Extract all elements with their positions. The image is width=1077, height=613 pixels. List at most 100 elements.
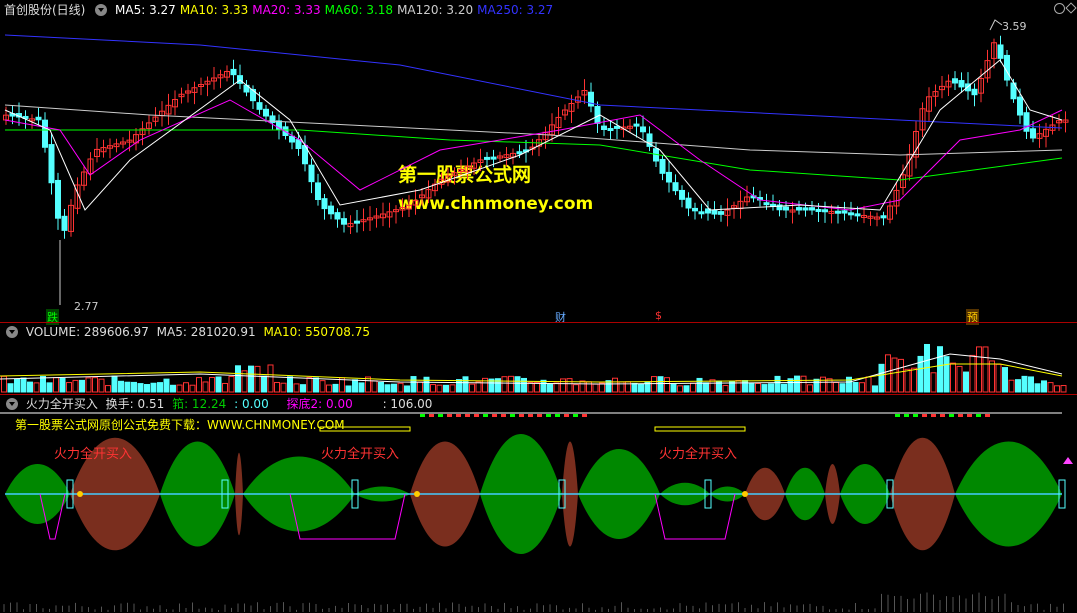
- indicator-huanshou: 换手: 0.51: [105, 397, 165, 411]
- flag-mark: [438, 414, 443, 417]
- candle-body: [289, 135, 295, 143]
- flag-mark: [573, 414, 578, 417]
- volume-bar: [352, 379, 358, 393]
- buy-signal-dot: [414, 491, 420, 497]
- candle-body: [1030, 128, 1036, 139]
- chevron-down-icon[interactable]: [6, 398, 18, 410]
- candle-body: [880, 215, 887, 219]
- volume-bar: [579, 380, 586, 393]
- volume-bar: [586, 381, 592, 393]
- volume-bar: [670, 383, 677, 393]
- volume-bar: [1002, 367, 1008, 393]
- volume-bar: [943, 356, 950, 393]
- candle-body: [685, 197, 692, 209]
- candle-body: [328, 205, 334, 215]
- candle-body: [263, 108, 269, 117]
- flag-mark: [456, 414, 461, 417]
- volume-bar: [118, 380, 124, 393]
- candle-body: [1017, 96, 1023, 116]
- volume-bar: [872, 385, 878, 393]
- volume-bar: [703, 382, 709, 393]
- volume-bar: [592, 383, 599, 393]
- volume-bar: [137, 383, 144, 393]
- volume-bar: [33, 382, 40, 393]
- volume-bar: [534, 382, 540, 393]
- volume-bar: [898, 358, 904, 393]
- flag-mark: [564, 414, 569, 417]
- candle-body: [516, 151, 523, 155]
- flag-mark: [949, 414, 954, 417]
- volume-bar: [124, 381, 131, 393]
- volume-bar: [371, 380, 378, 393]
- volume-ma10: [0, 363, 1063, 383]
- volume-chart[interactable]: [0, 324, 1077, 394]
- volume-bar: [612, 377, 618, 393]
- volume-bar: [807, 384, 813, 393]
- candle-body: [1023, 112, 1030, 132]
- volume-bar: [573, 384, 579, 393]
- candlestick-chart[interactable]: [0, 0, 1077, 322]
- candle-body: [822, 209, 828, 213]
- volume-bar: [235, 365, 241, 393]
- volume-bar: [85, 377, 92, 393]
- volume-bar: [540, 379, 547, 393]
- volume-bar: [1060, 385, 1067, 393]
- volume-bar: [384, 384, 391, 393]
- volume-bar: [267, 364, 274, 393]
- volume-bar: [222, 382, 228, 393]
- volume-bar: [768, 383, 774, 393]
- volume-bar: [1047, 382, 1054, 393]
- volume-bar: [7, 383, 14, 393]
- volume-bar: [1008, 379, 1015, 393]
- volume-bar: [131, 381, 137, 393]
- flag-mark: [447, 414, 452, 417]
- volume-bar: [826, 378, 833, 393]
- buy-signal-label: 火力全开买入: [54, 447, 133, 462]
- triangle-up-icon: [1063, 457, 1073, 464]
- volume-bar: [274, 381, 280, 393]
- indicator-tandi: 探底2: 0.00: [286, 397, 353, 411]
- candle-body: [698, 211, 705, 215]
- candle-body: [848, 212, 854, 216]
- signal-strip: [654, 426, 746, 432]
- volume-bar: [397, 382, 404, 393]
- volume-bar: [417, 381, 423, 393]
- candle-body: [809, 207, 815, 211]
- volume-bar: [709, 379, 716, 393]
- volume-bar: [183, 382, 189, 393]
- flag-mark: [895, 414, 900, 417]
- flag-mark: [555, 414, 560, 417]
- indicator-chart[interactable]: [0, 412, 1077, 613]
- flag-mark: [546, 414, 551, 417]
- volume-bar: [150, 382, 157, 393]
- candle-body: [835, 210, 841, 214]
- buy-signal-dot: [742, 491, 748, 497]
- volume-bar: [696, 377, 703, 393]
- candle-body: [607, 128, 614, 132]
- volume-bar: [170, 384, 176, 393]
- candle-body: [315, 182, 321, 200]
- indicator-header: 火力全开买入 换手: 0.51 筘: 12.24 : 0.00 探底2: 0.0…: [4, 396, 436, 412]
- volume-bar: [248, 365, 254, 393]
- flag-mark: [985, 414, 990, 417]
- volume-bar: [456, 379, 462, 393]
- volume-bar: [1028, 376, 1034, 393]
- volume-bar: [989, 360, 995, 393]
- volume-bar: [859, 382, 865, 393]
- candle-body: [614, 125, 620, 129]
- pane-divider[interactable]: [0, 322, 1077, 323]
- volume-bar: [683, 385, 690, 393]
- flag-mark: [904, 414, 909, 417]
- candle-body: [354, 220, 360, 224]
- pane-divider[interactable]: [0, 394, 1077, 395]
- candle-body: [718, 211, 724, 215]
- volume-bar: [59, 377, 66, 393]
- volume-bar: [111, 375, 118, 393]
- volume-bar: [638, 383, 644, 393]
- volume-bar: [755, 382, 761, 393]
- candle-body: [55, 179, 61, 219]
- candle-body: [672, 182, 679, 192]
- candle-body: [958, 80, 965, 88]
- indicator-val5: : 106.00: [382, 397, 433, 411]
- volume-bar: [514, 376, 521, 393]
